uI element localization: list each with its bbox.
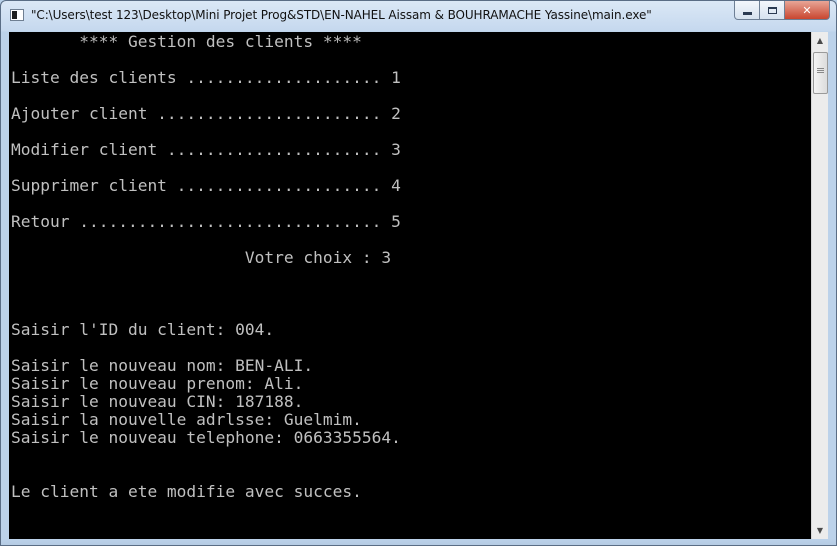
close-button[interactable]: ✕ bbox=[785, 1, 830, 20]
input-new-firstname: Saisir le nouveau prenom: Ali. bbox=[11, 374, 304, 393]
minimize-button[interactable] bbox=[734, 1, 760, 20]
choice-prompt: Votre choix : 3 bbox=[11, 248, 392, 267]
menu-item-return: Retour ............................... 5 bbox=[11, 212, 401, 231]
window-title: "C:\Users\test 123\Desktop\Mini Projet P… bbox=[31, 8, 652, 22]
window-controls: ✕ bbox=[734, 1, 830, 22]
scroll-up-button[interactable]: ▲ bbox=[812, 32, 828, 49]
menu-header: **** Gestion des clients **** bbox=[11, 32, 362, 51]
vertical-scrollbar[interactable]: ▲ ▼ bbox=[811, 32, 828, 539]
input-new-phone: Saisir le nouveau telephone: 0663355564. bbox=[11, 428, 401, 447]
input-new-name: Saisir le nouveau nom: BEN-ALI. bbox=[11, 356, 314, 375]
scrollbar-thumb[interactable] bbox=[813, 52, 828, 94]
menu-item-list-clients: Liste des clients .................... 1 bbox=[11, 68, 401, 87]
console-window: "C:\Users\test 123\Desktop\Mini Projet P… bbox=[0, 0, 837, 546]
menu-item-delete-client: Supprimer client ..................... 4 bbox=[11, 176, 401, 195]
close-icon: ✕ bbox=[802, 3, 812, 17]
minimize-icon bbox=[742, 11, 752, 15]
input-new-address: Saisir la nouvelle adrlsse: Guelmim. bbox=[11, 410, 362, 429]
scroll-up-arrow-icon: ▲ bbox=[816, 36, 824, 45]
scroll-down-arrow-icon: ▼ bbox=[816, 526, 824, 535]
input-client-id: Saisir l'ID du client: 004. bbox=[11, 320, 275, 339]
console-app-icon[interactable] bbox=[10, 9, 24, 21]
menu-item-add-client: Ajouter client ....................... 2 bbox=[11, 104, 401, 123]
window-bottom-border bbox=[1, 539, 836, 545]
input-new-cin: Saisir le nouveau CIN: 187188. bbox=[11, 392, 304, 411]
scroll-down-button[interactable]: ▼ bbox=[812, 522, 828, 539]
maximize-button[interactable] bbox=[760, 1, 785, 20]
console-output[interactable]: **** Gestion des clients **** Liste des … bbox=[9, 32, 811, 539]
success-message: Le client a ete modifie avec succes. bbox=[11, 482, 362, 501]
title-bar[interactable]: "C:\Users\test 123\Desktop\Mini Projet P… bbox=[1, 1, 836, 32]
menu-item-modify-client: Modifier client ...................... 3 bbox=[11, 140, 401, 159]
maximize-icon bbox=[767, 6, 777, 14]
